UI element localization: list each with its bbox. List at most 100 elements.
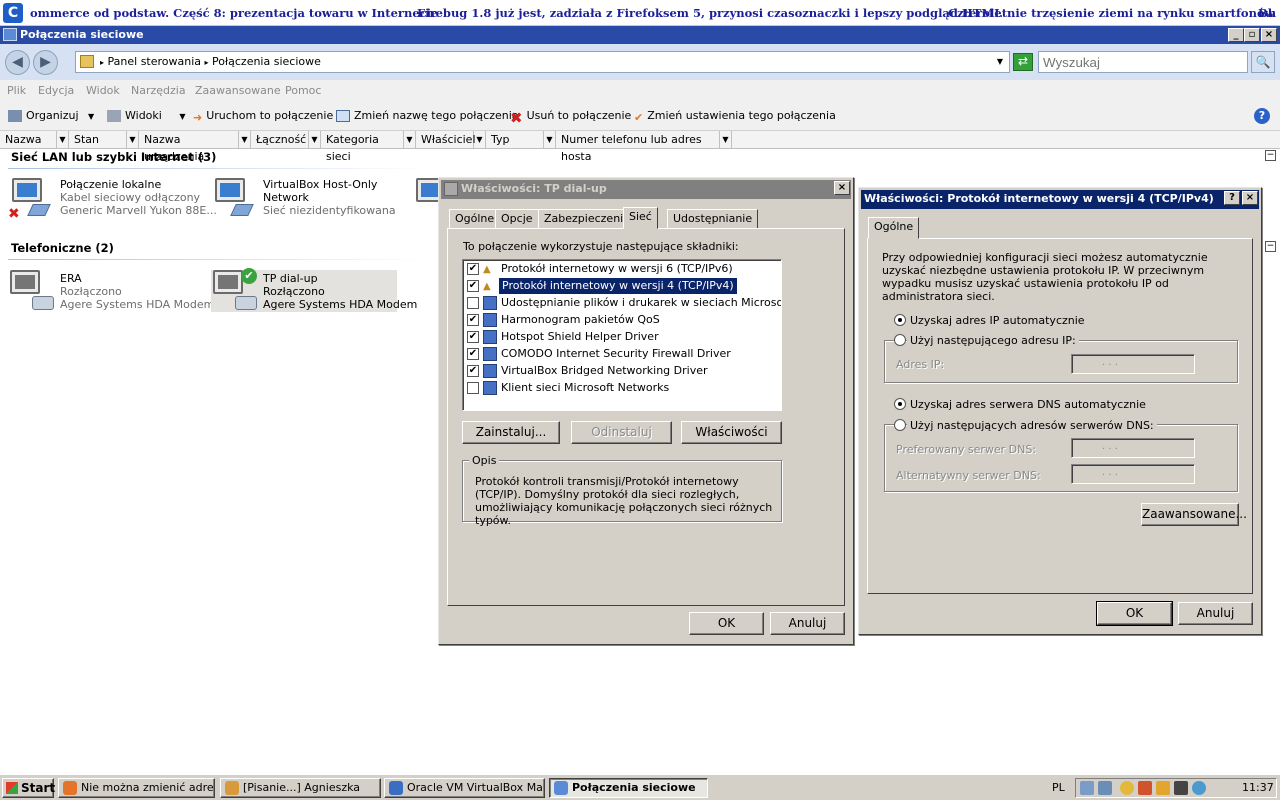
- properties-button[interactable]: Właściwości: [681, 421, 782, 444]
- component-item[interactable]: ✔ Hotspot Shield Helper Driver: [465, 329, 779, 346]
- ticker-headline[interactable]: Firebug 1.8 już jest, zadziała z Firefok…: [417, 6, 1002, 20]
- dialog-close-button[interactable]: ×: [834, 181, 850, 195]
- column-filter-icon[interactable]: ▼: [127, 131, 139, 149]
- group-collapse-button[interactable]: −: [1265, 241, 1276, 252]
- connection-tp-dialup[interactable]: ✔ TP dial-up Rozłączono Agere Systems HD…: [211, 268, 417, 312]
- column-filter-icon[interactable]: ▼: [57, 131, 69, 149]
- auto-dns-label[interactable]: Uzyskaj adres serwera DNS automatycznie: [910, 398, 1146, 411]
- advanced-button[interactable]: Zaawansowane...: [1141, 503, 1247, 526]
- column-filter-icon[interactable]: ▼: [404, 131, 416, 149]
- column-phone-host[interactable]: Numer telefonu lub adres hosta: [556, 131, 720, 163]
- forward-button[interactable]: ▶: [33, 50, 58, 75]
- breadcrumb-network-connections[interactable]: Połączenia sieciowe: [212, 55, 321, 68]
- menu-tools[interactable]: Narzędzia: [131, 84, 186, 97]
- components-list[interactable]: ✔ ▲ Protokół internetowy w wersji 6 (TCP…: [462, 259, 782, 411]
- column-filter-icon[interactable]: ▼: [720, 131, 732, 149]
- uninstall-button[interactable]: Odinstaluj: [571, 421, 672, 444]
- ticker-headline[interactable]: ommerce od podstaw. Część 8: prezentacja…: [30, 6, 438, 20]
- column-owner[interactable]: Właściciel: [416, 131, 476, 149]
- column-type[interactable]: Typ: [486, 131, 544, 149]
- breadcrumb-arrow-icon[interactable]: ▸: [100, 58, 104, 67]
- cancel-button[interactable]: Anuluj: [1178, 602, 1253, 625]
- tab-security[interactable]: Zabezpieczenia: [538, 209, 636, 229]
- tray-volume-icon[interactable]: [1098, 781, 1112, 795]
- taskbar-item[interactable]: Oracle VM VirtualBox Ma...: [384, 778, 545, 798]
- alternate-dns-field[interactable]: . . .: [1071, 464, 1195, 484]
- connection-virtualbox[interactable]: VirtualBox Host-Only Network Sieć niezid…: [211, 176, 411, 220]
- component-checkbox[interactable]: [467, 297, 479, 309]
- ip-address-field[interactable]: . . .: [1071, 354, 1195, 374]
- connection-local[interactable]: ✖ Połączenie lokalne Kabel sieciowy odłą…: [8, 176, 217, 222]
- tab-general[interactable]: Ogólne: [449, 209, 501, 229]
- tray-update-icon[interactable]: [1156, 781, 1170, 795]
- refresh-button[interactable]: ⇄: [1013, 53, 1033, 71]
- menu-view[interactable]: Widok: [86, 84, 120, 97]
- column-filter-icon[interactable]: ▼: [544, 131, 556, 149]
- ticker-headline[interactable]: Bh: [1258, 6, 1276, 20]
- address-bar[interactable]: ▸ Panel sterowania ▸ Połączenia sieciowe…: [75, 51, 1010, 73]
- component-checkbox[interactable]: ✔: [467, 331, 479, 343]
- language-indicator[interactable]: PL: [1052, 781, 1065, 794]
- taskbar-item-active[interactable]: Połączenia sieciowe: [549, 778, 708, 798]
- search-button[interactable]: 🔍: [1251, 51, 1275, 73]
- back-button[interactable]: ◀: [5, 50, 30, 75]
- ticker-logo[interactable]: C: [3, 3, 23, 23]
- maximize-button[interactable]: ▫: [1244, 28, 1260, 42]
- start-button[interactable]: Start: [2, 778, 55, 798]
- menu-advanced[interactable]: Zaawansowane: [195, 84, 281, 97]
- rename-connection-button[interactable]: Zmień nazwę tego połączenia: [336, 108, 519, 124]
- auto-ip-label[interactable]: Uzyskaj adres IP automatycznie: [910, 314, 1085, 327]
- component-item[interactable]: Klient sieci Microsoft Networks: [465, 380, 779, 397]
- tab-options[interactable]: Opcje: [495, 209, 539, 229]
- taskbar-item[interactable]: [Pisanie...] Agnieszka: [220, 778, 381, 798]
- tray-antivirus-icon[interactable]: [1138, 781, 1152, 795]
- manual-dns-label[interactable]: Użyj następujących adresów serwerów DNS:: [907, 419, 1157, 432]
- tray-sync-icon[interactable]: [1192, 781, 1206, 795]
- breadcrumb-arrow-icon[interactable]: ▸: [205, 58, 209, 67]
- component-item[interactable]: Udostępnianie plików i drukarek w siecia…: [465, 295, 781, 312]
- component-checkbox[interactable]: [467, 382, 479, 394]
- tab-network[interactable]: Sieć: [623, 207, 658, 229]
- help-icon[interactable]: ?: [1254, 108, 1270, 124]
- manual-ip-radio[interactable]: [894, 334, 906, 346]
- connection-era[interactable]: ERA Rozłączono Agere Systems HDA Modem: [8, 270, 214, 314]
- taskbar-item[interactable]: Nie można zmienić adres...: [58, 778, 215, 798]
- start-connection-button[interactable]: ➜ Uruchom to połączenie: [193, 108, 333, 124]
- views-button[interactable]: Widoki ▼: [107, 108, 186, 124]
- address-dropdown-icon[interactable]: ▼: [997, 52, 1003, 72]
- preferred-dns-field[interactable]: . . .: [1071, 438, 1195, 458]
- component-checkbox[interactable]: ✔: [467, 314, 479, 326]
- ok-button[interactable]: OK: [689, 612, 764, 635]
- component-item[interactable]: ✔ ▲ Protokół internetowy w wersji 4 (TCP…: [465, 278, 779, 295]
- column-connectivity[interactable]: Łączność: [251, 131, 309, 149]
- column-device[interactable]: Nazwa urządzenia: [139, 131, 239, 163]
- column-name[interactable]: Nazwa: [0, 131, 57, 149]
- tray-shield-icon[interactable]: [1120, 781, 1134, 795]
- dialog-help-button[interactable]: ?: [1224, 191, 1240, 205]
- manual-ip-label[interactable]: Użyj następującego adresu IP:: [907, 334, 1079, 347]
- organize-button[interactable]: Organizuj ▼: [8, 108, 94, 124]
- close-button[interactable]: ×: [1261, 28, 1277, 42]
- dialog-close-button[interactable]: ×: [1242, 191, 1258, 205]
- component-item[interactable]: ✔ COMODO Internet Security Firewall Driv…: [465, 346, 779, 363]
- auto-dns-radio[interactable]: [894, 398, 906, 410]
- minimize-button[interactable]: _: [1228, 28, 1244, 42]
- change-settings-button[interactable]: ✔ Zmień ustawienia tego połączenia: [634, 108, 836, 124]
- cancel-button[interactable]: Anuluj: [770, 612, 845, 635]
- delete-connection-button[interactable]: ✖ Usuń to połączenie: [510, 108, 631, 126]
- menu-file[interactable]: Plik: [7, 84, 26, 97]
- install-button[interactable]: Zainstaluj...: [462, 421, 560, 444]
- ok-button[interactable]: OK: [1096, 601, 1173, 626]
- column-network-category[interactable]: Kategoria sieci: [321, 131, 404, 163]
- component-checkbox[interactable]: ✔: [467, 263, 479, 275]
- column-filter-icon[interactable]: ▼: [309, 131, 321, 149]
- component-item[interactable]: ✔ ▲ Protokół internetowy w wersji 6 (TCP…: [465, 261, 779, 278]
- clock[interactable]: 11:37: [1242, 781, 1274, 794]
- breadcrumb-control-panel[interactable]: Panel sterowania: [108, 55, 202, 68]
- tab-general[interactable]: Ogólne: [868, 217, 920, 239]
- auto-ip-radio[interactable]: [894, 314, 906, 326]
- tab-sharing[interactable]: Udostępnianie: [667, 209, 759, 229]
- tray-monitor-icon[interactable]: [1174, 781, 1188, 795]
- group-collapse-button[interactable]: −: [1265, 150, 1276, 161]
- column-status[interactable]: Stan: [69, 131, 127, 149]
